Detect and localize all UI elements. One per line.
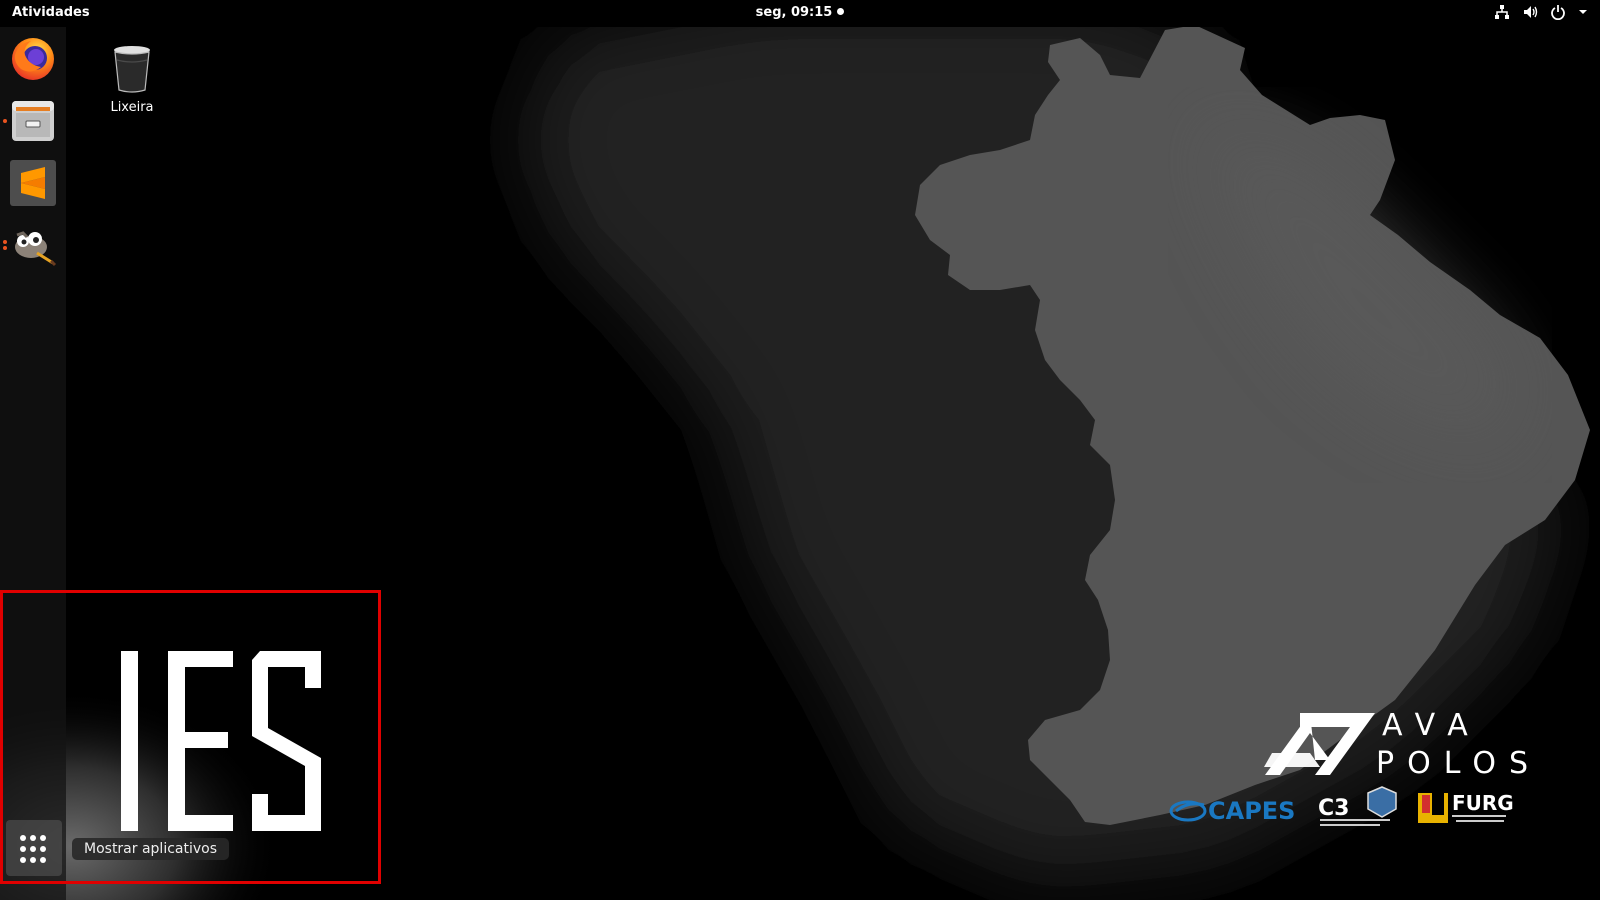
files-icon [12, 101, 54, 141]
dock [0, 27, 66, 900]
desktop-icon-label: Lixeira [110, 100, 154, 115]
network-icon [1495, 5, 1509, 19]
notification-dot-icon [837, 8, 845, 15]
clock-text: seg, 09:15 [755, 5, 833, 20]
top-bar: Atividades seg, 09:15 [0, 0, 1600, 27]
ava-text: AVA [1382, 708, 1482, 743]
clock-button[interactable]: seg, 09:15 [756, 5, 845, 20]
dock-item-files[interactable] [3, 97, 57, 145]
chevron-down-icon [1579, 10, 1587, 14]
dock-item-firefox[interactable] [9, 35, 57, 83]
running-indicator [3, 119, 7, 123]
system-tray[interactable] [1494, 4, 1588, 20]
show-apps-tooltip: Mostrar aplicativos [72, 838, 230, 860]
show-apps-button[interactable] [6, 820, 62, 876]
sublime-text-icon [10, 160, 56, 206]
volume-icon [1524, 6, 1538, 18]
polos-text: POLOS [1376, 746, 1541, 781]
gimp-icon [15, 231, 57, 267]
running-indicator [3, 240, 7, 244]
power-icon [1551, 5, 1565, 20]
capes-logo-text: CAPES [1208, 797, 1295, 825]
grid-icon [20, 835, 46, 863]
activities-button[interactable]: Atividades [12, 5, 90, 20]
furg-logo-text: FURG [1452, 791, 1514, 815]
dock-item-sublime-text[interactable] [9, 159, 57, 207]
running-indicator [3, 246, 7, 250]
c3-logo-text: C3 [1318, 796, 1349, 821]
trash-icon [114, 46, 150, 93]
firefox-icon [12, 38, 54, 80]
wallpaper-ies-text [121, 651, 321, 831]
dock-item-gimp[interactable] [3, 221, 57, 269]
desktop-icon-trash[interactable]: Lixeira [102, 44, 162, 115]
wallpaper-logos: AVA POLOS CAPES C3 FURG [1169, 708, 1541, 826]
